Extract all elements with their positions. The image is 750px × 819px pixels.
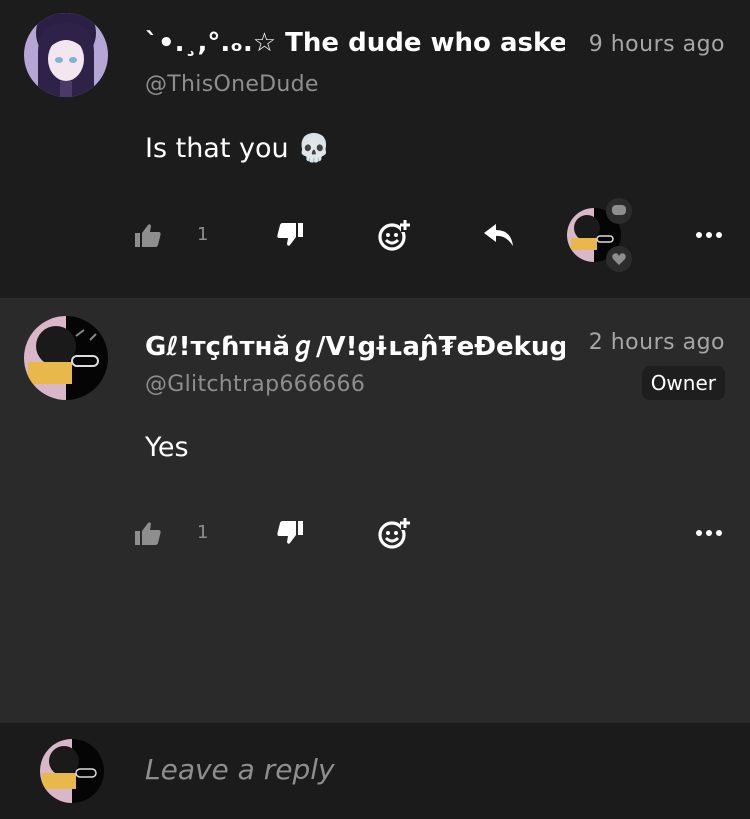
thumbs-up-icon	[135, 224, 161, 247]
avatar[interactable]	[24, 13, 108, 97]
current-user-avatar	[40, 739, 104, 803]
timestamp: 2 hours ago	[588, 330, 725, 355]
timestamp: 9 hours ago	[588, 32, 725, 57]
comment-icon	[612, 205, 626, 215]
owner-badge: Owner	[641, 366, 725, 400]
comment-item: `•.¸,°.ₒ.☆ The dude who asked 9 hours ag…	[0, 0, 750, 298]
reply-bar	[0, 723, 750, 819]
heart-icon	[612, 253, 626, 265]
reply-input[interactable]	[145, 753, 705, 786]
more-icon	[696, 232, 722, 238]
like-button[interactable]	[134, 520, 162, 546]
dislike-button[interactable]	[276, 520, 304, 546]
comment-text: Yes	[145, 432, 189, 463]
user-handle[interactable]: @Glitchtrap666666	[145, 372, 365, 397]
add-emoji-icon	[378, 516, 410, 549]
liked-badge	[606, 246, 632, 272]
reply-button[interactable]	[483, 222, 515, 248]
add-emoji-icon	[378, 218, 410, 251]
thumbs-up-icon	[135, 522, 161, 545]
comment-item: Gℓ!тçɦтʜăℊ/V!ցɨʟаɲ̂₮eĐekuց 2 hours ago @…	[0, 298, 750, 723]
username[interactable]: Gℓ!тçɦтʜăℊ/V!ցɨʟаɲ̂₮eĐekuց	[145, 326, 565, 363]
username[interactable]: `•.¸,°.ₒ.☆ The dude who asked	[145, 28, 565, 58]
add-reaction-button[interactable]	[376, 516, 412, 550]
reply-icon	[484, 224, 513, 246]
more-icon	[696, 530, 722, 536]
more-options-button[interactable]	[694, 520, 724, 546]
thumbs-down-icon	[277, 223, 303, 246]
dislike-button[interactable]	[276, 222, 304, 248]
avatar[interactable]	[24, 316, 108, 400]
add-reaction-button[interactable]	[376, 218, 412, 252]
like-count: 1	[197, 522, 209, 543]
more-options-button[interactable]	[694, 222, 724, 248]
thumbs-down-icon	[277, 521, 303, 544]
like-button[interactable]	[134, 222, 162, 248]
comment-text: Is that you 💀	[145, 133, 331, 164]
user-handle[interactable]: @ThisOneDude	[145, 72, 319, 97]
like-count: 1	[197, 224, 209, 245]
reply-count-badge	[606, 198, 632, 224]
